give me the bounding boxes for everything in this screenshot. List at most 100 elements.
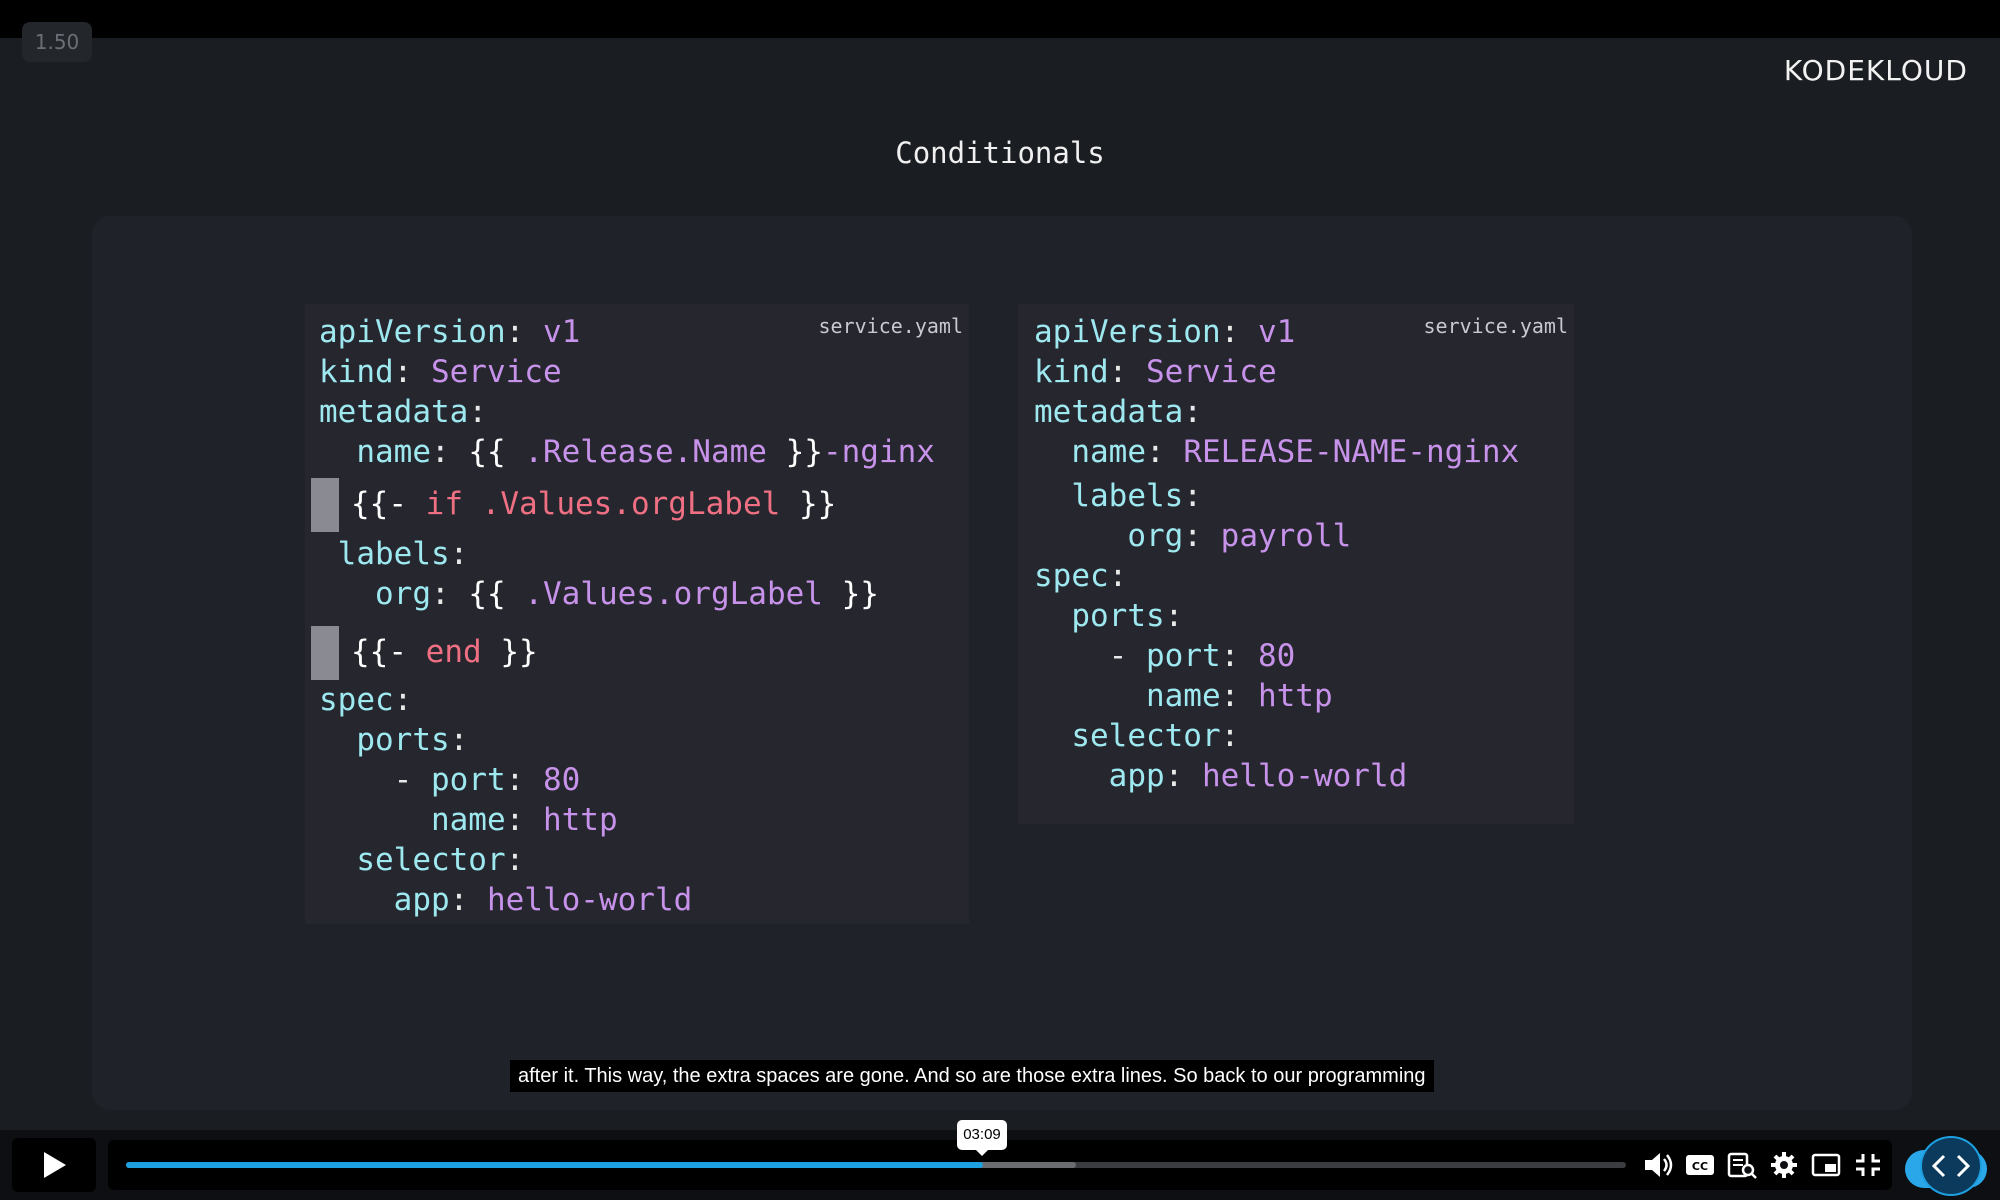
code-line: ports: — [1071, 598, 1184, 634]
playback-progress — [126, 1162, 983, 1168]
code-line: apiVersion: v1 — [319, 314, 581, 350]
code-assistant-button[interactable] — [1920, 1136, 1982, 1196]
yaml-key: app — [393, 882, 450, 918]
code-line: name: http — [1145, 678, 1333, 714]
yaml-value: Service — [430, 354, 562, 390]
code-line: app: hello-world — [1108, 758, 1408, 794]
filename-label: service.yaml — [818, 314, 964, 338]
yaml-key: app — [1108, 758, 1165, 794]
template-brace: {{ — [468, 576, 506, 612]
playback-speed-badge[interactable]: 1.50 — [22, 22, 92, 62]
yaml-key: kind — [319, 354, 394, 390]
play-icon — [44, 1152, 66, 1178]
code-line: ports: — [356, 722, 469, 758]
template-expression: .Values.orgLabel — [524, 576, 823, 612]
code-line: apiVersion: v1 — [1034, 314, 1296, 350]
play-button[interactable] — [12, 1138, 96, 1192]
settings-icon[interactable] — [1768, 1150, 1800, 1180]
code-line: selector: — [1071, 718, 1240, 754]
yaml-key: labels — [337, 536, 450, 572]
template-brace: }} — [798, 486, 837, 522]
picture-in-picture-icon[interactable] — [1810, 1150, 1842, 1180]
yaml-key: selector — [356, 842, 506, 878]
filename-label: service.yaml — [1423, 314, 1569, 338]
caption-text: after it. This way, the extra spaces are… — [510, 1060, 1434, 1092]
slide-title: Conditionals — [895, 136, 1105, 170]
template-brace: {{- — [351, 486, 407, 522]
code-line: selector: — [356, 842, 525, 878]
yaml-value: Service — [1145, 354, 1277, 390]
template-keyword: if — [425, 486, 463, 522]
code-line: - port: 80 — [393, 762, 581, 798]
list-dash: - — [1108, 638, 1128, 674]
yaml-key: name — [1145, 678, 1221, 714]
code-icon — [1931, 1154, 1971, 1178]
yaml-value: http — [1257, 678, 1333, 714]
code-line: metadata: — [1034, 394, 1202, 430]
code-line: org: {{ .Values.orgLabel }} — [375, 576, 879, 612]
exit-fullscreen-icon[interactable] — [1852, 1150, 1884, 1180]
template-keyword: end — [425, 634, 482, 670]
list-dash: - — [393, 762, 413, 798]
current-time-tooltip: 03:09 — [957, 1120, 1007, 1156]
yaml-key: port — [1146, 638, 1221, 674]
yaml-value: v1 — [1257, 314, 1296, 350]
top-bar — [0, 0, 2000, 38]
whitespace-marker — [311, 626, 339, 680]
code-line: labels: — [1071, 478, 1202, 514]
yaml-value: v1 — [542, 314, 581, 350]
template-expression: .Release.Name — [524, 434, 767, 470]
code-line: org: payroll — [1127, 518, 1352, 554]
code-line: kind: Service — [1034, 354, 1277, 390]
template-brace: {{- — [351, 634, 407, 670]
yaml-value: -nginx — [822, 434, 935, 470]
volume-icon[interactable] — [1642, 1150, 1674, 1180]
code-line: name: http — [430, 802, 618, 838]
transcript-icon[interactable] — [1726, 1150, 1758, 1180]
yaml-key: name — [356, 434, 431, 470]
code-line: - port: 80 — [1108, 638, 1296, 674]
code-line: metadata: — [319, 394, 487, 430]
yaml-value: hello-world — [1201, 758, 1408, 794]
yaml-key: ports — [1071, 598, 1165, 634]
yaml-key: spec — [1034, 558, 1109, 594]
template-expression: .Values.orgLabel — [481, 486, 781, 522]
code-line: labels: — [337, 536, 469, 572]
yaml-key: org — [1127, 518, 1184, 554]
yaml-key: apiVersion — [319, 314, 506, 350]
code-line: app: hello-world — [393, 882, 693, 918]
yaml-key: kind — [1034, 354, 1109, 390]
template-brace: }} — [841, 576, 879, 612]
yaml-key: metadata — [319, 394, 469, 430]
template-brace: }} — [500, 634, 538, 670]
yaml-value: hello-world — [486, 882, 693, 918]
template-brace: }} — [785, 434, 823, 470]
yaml-key: name — [1071, 434, 1146, 470]
template-brace: {{ — [468, 434, 506, 470]
whitespace-marker — [311, 478, 339, 532]
code-line: spec: — [319, 682, 413, 718]
closed-captions-icon[interactable]: CC — [1684, 1150, 1716, 1180]
svg-text:CC: CC — [1692, 1160, 1708, 1173]
template-code-panel: service.yaml apiVersion: v1 kind: Servic… — [305, 304, 969, 924]
kodekloud-logo: KODEKLOUD — [1783, 54, 1968, 87]
code-line: name: {{ .Release.Name }}-nginx — [356, 434, 935, 470]
yaml-value: http — [542, 802, 618, 838]
code-line: name: RELEASE-NAME-nginx — [1071, 434, 1520, 470]
yaml-key: port — [431, 762, 506, 798]
seek-bar[interactable] — [126, 1162, 1626, 1168]
code-line: {{- end }} — [351, 634, 538, 670]
yaml-value: 80 — [1257, 638, 1296, 674]
code-line: kind: Service — [319, 354, 562, 390]
yaml-key: selector — [1071, 718, 1221, 754]
yaml-key: name — [430, 802, 506, 838]
yaml-key: spec — [319, 682, 394, 718]
yaml-key: apiVersion — [1034, 314, 1221, 350]
yaml-key: labels — [1071, 478, 1184, 514]
code-line: spec: — [1034, 558, 1128, 594]
yaml-key: ports — [356, 722, 450, 758]
rendered-output-panel: service.yaml apiVersion: v1 kind: Servic… — [1018, 304, 1574, 824]
yaml-key: org — [375, 576, 431, 612]
yaml-value: RELEASE-NAME-nginx — [1183, 434, 1520, 470]
yaml-value: 80 — [542, 762, 581, 798]
